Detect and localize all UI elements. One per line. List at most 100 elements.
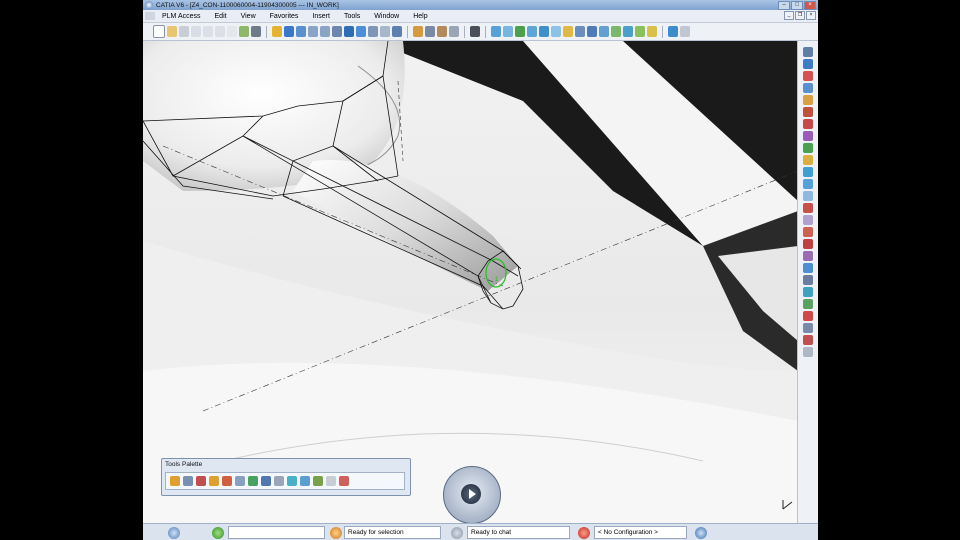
palette-rotate-icon[interactable]	[300, 476, 310, 486]
cylinder-icon[interactable]	[803, 179, 813, 189]
surface-icon[interactable]	[515, 26, 525, 37]
offset-icon[interactable]	[611, 26, 621, 37]
loft-icon[interactable]	[539, 26, 549, 37]
network-icon[interactable]	[695, 526, 707, 539]
doc-close-icon[interactable]: ×	[806, 11, 816, 20]
analysis-icon[interactable]	[425, 26, 435, 37]
parameter-icon[interactable]	[803, 335, 813, 345]
status-ok-icon[interactable]	[212, 526, 224, 539]
measure-icon[interactable]	[413, 26, 423, 37]
tools-palette[interactable]: Tools Palette	[161, 458, 411, 496]
multi-view-icon[interactable]	[344, 26, 354, 37]
save-icon[interactable]	[179, 26, 189, 37]
status-configuration[interactable]: < No Configuration >	[594, 526, 687, 539]
workbench-icon[interactable]	[803, 47, 813, 57]
project-icon[interactable]	[803, 227, 813, 237]
translate-icon[interactable]	[647, 26, 657, 37]
cut-icon[interactable]	[203, 26, 213, 37]
material-icon[interactable]	[437, 26, 447, 37]
law-icon[interactable]	[803, 311, 813, 321]
menu-favorites[interactable]: Favorites	[263, 13, 306, 20]
doc-restore-icon[interactable]: ❐	[795, 11, 805, 20]
circle-icon[interactable]	[803, 119, 813, 129]
properties-icon[interactable]	[449, 26, 459, 37]
status-info-icon[interactable]	[168, 526, 180, 539]
3d-viewport[interactable]: 1	[143, 41, 798, 523]
palette-filter-icon[interactable]	[274, 476, 284, 486]
menu-plm-access[interactable]: PLM Access	[155, 13, 208, 20]
swap-space-icon[interactable]	[392, 26, 402, 37]
palette-close-icon[interactable]	[339, 476, 349, 486]
shading-icon[interactable]	[368, 26, 378, 37]
undo-icon[interactable]	[239, 26, 249, 37]
play-icon[interactable]	[461, 484, 481, 504]
doc-minimize-icon[interactable]: _	[784, 11, 794, 20]
paste-icon[interactable]	[227, 26, 237, 37]
maximize-icon[interactable]: □	[791, 1, 803, 10]
knowledge-icon[interactable]	[803, 323, 813, 333]
navigation-compass[interactable]	[443, 466, 501, 524]
new-document-icon[interactable]	[153, 25, 165, 38]
iso-view-icon[interactable]	[356, 26, 366, 37]
rotate-icon[interactable]	[296, 26, 306, 37]
copy-icon[interactable]	[215, 26, 225, 37]
sweep-surface-icon[interactable]	[803, 191, 813, 201]
affinity-icon[interactable]	[803, 275, 813, 285]
fly-mode-icon[interactable]	[272, 26, 282, 37]
menu-view[interactable]: View	[234, 13, 263, 20]
point-icon[interactable]	[803, 71, 813, 81]
extract-icon[interactable]	[599, 26, 609, 37]
intersect-icon[interactable]	[803, 215, 813, 225]
palette-grid-icon[interactable]	[248, 476, 258, 486]
trim-icon[interactable]	[587, 26, 597, 37]
command-input[interactable]	[228, 526, 325, 539]
symmetry-icon[interactable]	[803, 251, 813, 261]
corner-icon[interactable]	[803, 131, 813, 141]
config-icon[interactable]	[578, 526, 590, 539]
palette-line-icon[interactable]	[313, 476, 323, 486]
sweep-icon[interactable]	[527, 26, 537, 37]
palette-delete-icon[interactable]	[222, 476, 232, 486]
pattern-icon[interactable]	[803, 299, 813, 309]
scaling-icon[interactable]	[803, 263, 813, 273]
palette-curve-icon[interactable]	[261, 476, 271, 486]
open-icon[interactable]	[167, 26, 177, 37]
zoom-out-icon[interactable]	[320, 26, 330, 37]
fillet-icon[interactable]	[635, 26, 645, 37]
healing-icon[interactable]	[803, 239, 813, 249]
line-icon[interactable]	[803, 83, 813, 93]
what-is-this-icon[interactable]	[251, 26, 261, 37]
more-tools-icon[interactable]	[680, 26, 690, 37]
print-icon[interactable]	[191, 26, 201, 37]
revolve-icon[interactable]	[803, 155, 813, 165]
camera-icon[interactable]	[470, 26, 480, 37]
palette-move-icon[interactable]	[287, 476, 297, 486]
sphere-icon[interactable]	[803, 167, 813, 177]
spline-icon[interactable]	[803, 107, 813, 117]
palette-select-icon[interactable]	[170, 476, 180, 486]
menu-tools[interactable]: Tools	[337, 13, 367, 20]
document-icon[interactable]	[145, 12, 155, 20]
palette-edit-icon[interactable]	[209, 476, 219, 486]
pan-icon[interactable]	[284, 26, 294, 37]
more-icon[interactable]	[803, 347, 813, 357]
fill-icon[interactable]	[551, 26, 561, 37]
close-icon[interactable]: ×	[804, 1, 816, 10]
join-icon[interactable]	[563, 26, 573, 37]
boundary-icon[interactable]	[803, 203, 813, 213]
palette-options-icon[interactable]	[326, 476, 336, 486]
menu-window[interactable]: Window	[367, 13, 406, 20]
menu-insert[interactable]: Insert	[305, 13, 337, 20]
sketch-icon[interactable]	[491, 26, 501, 37]
plane-icon[interactable]	[803, 95, 813, 105]
blend-icon[interactable]	[623, 26, 633, 37]
extrude-icon[interactable]	[803, 143, 813, 153]
pad-icon[interactable]	[503, 26, 513, 37]
palette-snap-icon[interactable]	[196, 476, 206, 486]
palette-mesh-icon[interactable]	[235, 476, 245, 486]
zoom-in-icon[interactable]	[308, 26, 318, 37]
axis-system-icon[interactable]	[803, 287, 813, 297]
minimize-icon[interactable]: –	[778, 1, 790, 10]
select-icon[interactable]	[803, 59, 813, 69]
menu-help[interactable]: Help	[406, 13, 434, 20]
